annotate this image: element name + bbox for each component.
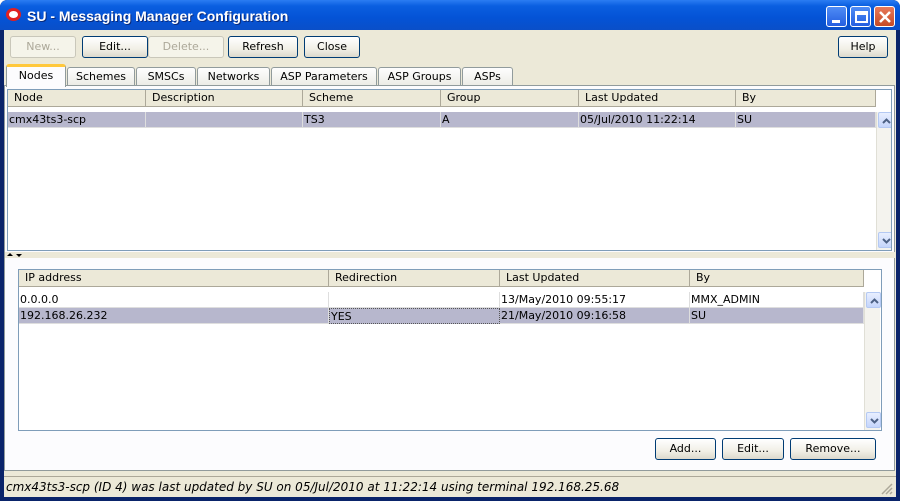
tab-asp-parameters[interactable]: ASP Parameters — [271, 67, 377, 86]
app-window: SU - Messaging Manager Configuration New… — [0, 0, 900, 501]
cell-by: SU — [736, 112, 876, 128]
column-header-by[interactable]: By — [690, 270, 864, 287]
title-bar[interactable]: SU - Messaging Manager Configuration — [0, 0, 900, 30]
ip-address-table: IP address Redirection Last Updated By 0… — [18, 269, 882, 431]
nodes-table-scrollbar[interactable] — [876, 112, 891, 250]
cell-last-updated: 21/May/2010 09:16:58 — [500, 308, 690, 324]
column-header-redirection[interactable]: Redirection — [329, 270, 500, 287]
chevron-up-icon — [882, 118, 891, 124]
ip-table-header: IP address Redirection Last Updated By — [19, 270, 864, 287]
cell-redirection: YES — [329, 308, 500, 324]
collapse-arrows-icon[interactable] — [5, 252, 25, 258]
delete-button[interactable]: Delete... — [148, 36, 224, 58]
chevron-down-icon — [882, 238, 891, 244]
window-title: SU - Messaging Manager Configuration — [27, 8, 289, 24]
cell-node: cmx43ts3-scp — [8, 112, 146, 128]
oracle-logo-icon — [6, 8, 21, 21]
tab-schemes[interactable]: Schemes — [67, 67, 135, 86]
scroll-up-button[interactable] — [878, 112, 891, 128]
tab-smscs[interactable]: SMSCs — [136, 67, 196, 86]
cell-by: SU — [690, 308, 864, 324]
table-row[interactable]: 192.168.26.232 YES 21/May/2010 09:16:58 … — [19, 308, 864, 324]
column-header-group[interactable]: Group — [441, 90, 579, 107]
nodes-tab-panel: Node Description Scheme Group Last Updat… — [4, 85, 896, 471]
cell-redirection — [329, 292, 500, 308]
cell-last-updated: 13/May/2010 09:55:17 — [500, 292, 690, 308]
scroll-up-button[interactable] — [866, 292, 881, 308]
remove-ip-button[interactable]: Remove... — [790, 438, 876, 460]
maximize-icon — [855, 11, 868, 23]
cell-last-updated: 05/Jul/2010 11:22:14 — [579, 112, 736, 128]
column-header-scheme[interactable]: Scheme — [303, 90, 441, 107]
resize-grip-icon[interactable] — [881, 483, 893, 495]
minimize-button[interactable] — [826, 6, 847, 27]
status-bar: cmx43ts3-scp (ID 4) was last updated by … — [4, 476, 896, 497]
cell-by: MMX_ADMIN — [690, 292, 864, 308]
tab-asp-groups[interactable]: ASP Groups — [378, 67, 461, 86]
help-button[interactable]: Help — [838, 36, 888, 58]
cell-scheme: TS3 — [303, 112, 441, 128]
close-button[interactable]: Close — [304, 36, 360, 58]
close-icon — [879, 11, 891, 23]
tab-strip: Nodes Schemes SMSCs Networks ASP Paramet… — [4, 64, 896, 87]
column-header-description[interactable]: Description — [146, 90, 303, 107]
dialog-body: New... Edit... Delete... Refresh Close H… — [4, 30, 896, 497]
column-header-ip-address[interactable]: IP address — [19, 270, 329, 287]
close-window-button[interactable] — [874, 6, 895, 27]
chevron-up-icon — [870, 298, 879, 304]
table-row[interactable]: 0.0.0.0 13/May/2010 09:55:17 MMX_ADMIN — [19, 292, 864, 308]
split-pane-divider[interactable] — [5, 252, 896, 258]
minimize-icon — [832, 20, 840, 23]
tab-asps[interactable]: ASPs — [462, 67, 513, 86]
scroll-down-button[interactable] — [866, 412, 881, 428]
table-row[interactable]: cmx43ts3-scp TS3 A 05/Jul/2010 11:22:14 … — [8, 112, 876, 128]
status-text: cmx43ts3-scp (ID 4) was last updated by … — [6, 480, 620, 494]
cell-group: A — [441, 112, 579, 128]
cell-ip-address: 192.168.26.232 — [19, 308, 329, 324]
refresh-button[interactable]: Refresh — [228, 36, 298, 58]
column-header-last-updated[interactable]: Last Updated — [579, 90, 736, 107]
maximize-button[interactable] — [850, 6, 871, 27]
cell-ip-address: 0.0.0.0 — [19, 292, 329, 308]
column-header-by[interactable]: By — [736, 90, 876, 107]
add-ip-button[interactable]: Add... — [655, 438, 716, 460]
nodes-table-header: Node Description Scheme Group Last Updat… — [8, 90, 876, 107]
chevron-down-icon — [870, 418, 879, 424]
scroll-down-button[interactable] — [878, 232, 891, 248]
cell-description — [146, 112, 303, 128]
new-button[interactable]: New... — [10, 36, 76, 58]
edit-button[interactable]: Edit... — [82, 36, 148, 58]
column-header-last-updated[interactable]: Last Updated — [500, 270, 690, 287]
column-header-node[interactable]: Node — [8, 90, 146, 107]
edit-ip-button[interactable]: Edit... — [722, 438, 784, 460]
ip-table-scrollbar[interactable] — [864, 292, 881, 430]
tab-nodes[interactable]: Nodes — [6, 64, 66, 87]
nodes-table: Node Description Scheme Group Last Updat… — [7, 89, 892, 251]
tab-networks[interactable]: Networks — [197, 67, 270, 86]
